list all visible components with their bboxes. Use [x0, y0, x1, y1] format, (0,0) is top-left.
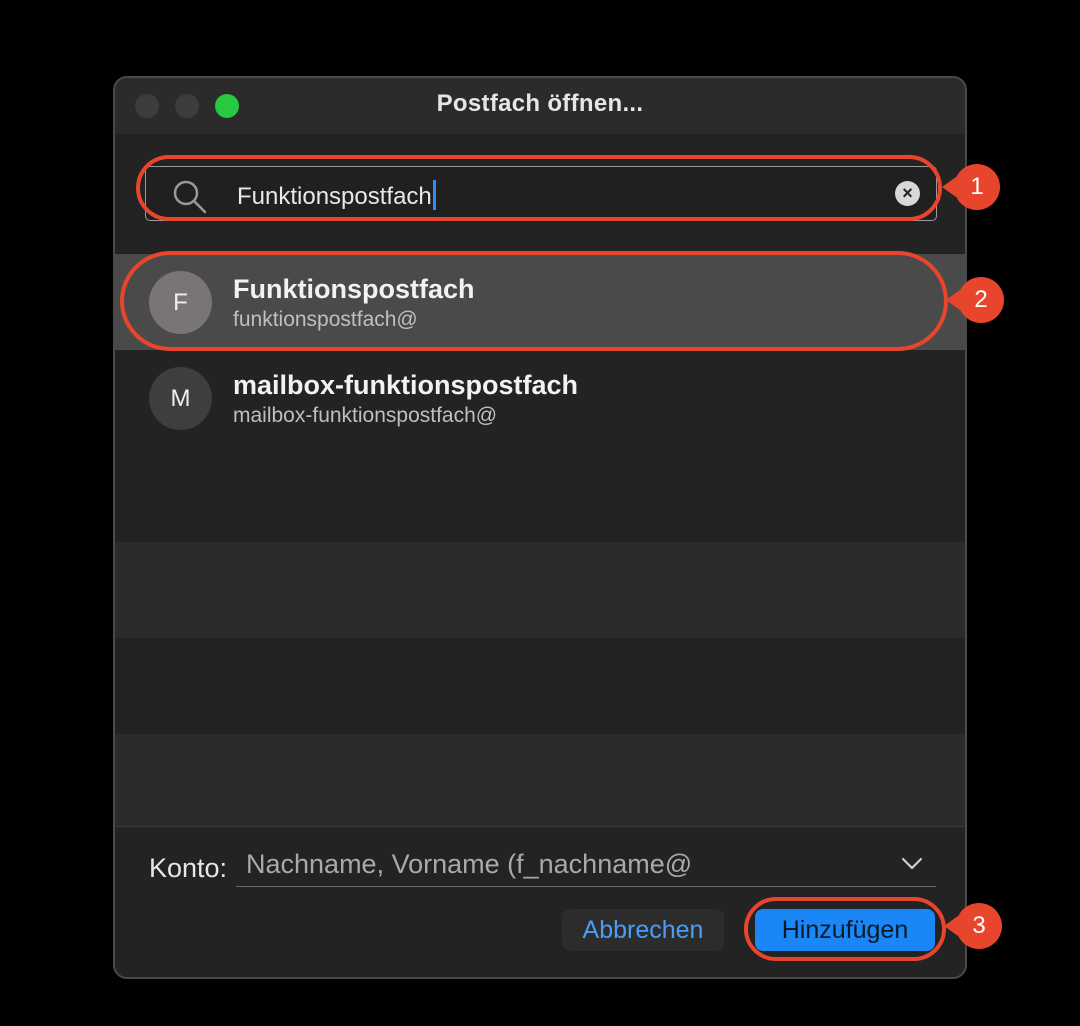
account-select[interactable]: Nachname, Vorname (f_nachname@ — [236, 847, 936, 887]
mailbox-name: mailbox-funktionspostfach — [233, 370, 579, 400]
chevron-down-icon — [901, 857, 923, 870]
list-item[interactable]: M mailbox-funktionspostfach mailbox-funk… — [115, 350, 965, 446]
mailbox-email: mailbox-funktionspostfach@ — [233, 404, 498, 427]
search-value: Funktionspostfach — [237, 180, 436, 211]
title-bar: Postfach öffnen... — [115, 78, 965, 134]
cancel-button[interactable]: Abbrechen — [562, 909, 724, 951]
dialog-footer: Konto: Nachname, Vorname (f_nachname@ Ab… — [115, 826, 965, 977]
account-label: Konto: — [149, 853, 228, 883]
open-mailbox-dialog: Postfach öffnen... Funktionspostfach × F… — [113, 76, 967, 979]
annotation-badge-2: 2 — [946, 277, 1004, 323]
results-list: F Funktionspostfach funktionspostfach@ M… — [115, 254, 965, 830]
empty-row — [115, 734, 965, 830]
account-value: Nachname, Vorname (f_nachname@ — [246, 849, 693, 879]
clear-search-icon[interactable]: × — [895, 181, 920, 206]
avatar: F — [149, 271, 212, 334]
empty-row — [115, 638, 965, 734]
search-input[interactable]: Funktionspostfach × — [145, 166, 937, 221]
add-button[interactable]: Hinzufügen — [755, 909, 935, 951]
empty-row — [115, 542, 965, 638]
search-icon — [173, 180, 207, 214]
avatar: M — [149, 367, 212, 430]
search-area: Funktionspostfach × — [115, 134, 965, 254]
mailbox-name: Funktionspostfach — [233, 274, 475, 304]
annotation-badge-3: 3 — [944, 903, 1002, 949]
dialog-title: Postfach öffnen... — [436, 90, 644, 117]
mailbox-email: funktionspostfach@ — [233, 308, 418, 331]
list-item[interactable]: F Funktionspostfach funktionspostfach@ — [115, 254, 965, 350]
empty-row — [115, 446, 965, 542]
annotation-badge-1: 1 — [942, 164, 1000, 210]
text-caret — [432, 180, 436, 210]
